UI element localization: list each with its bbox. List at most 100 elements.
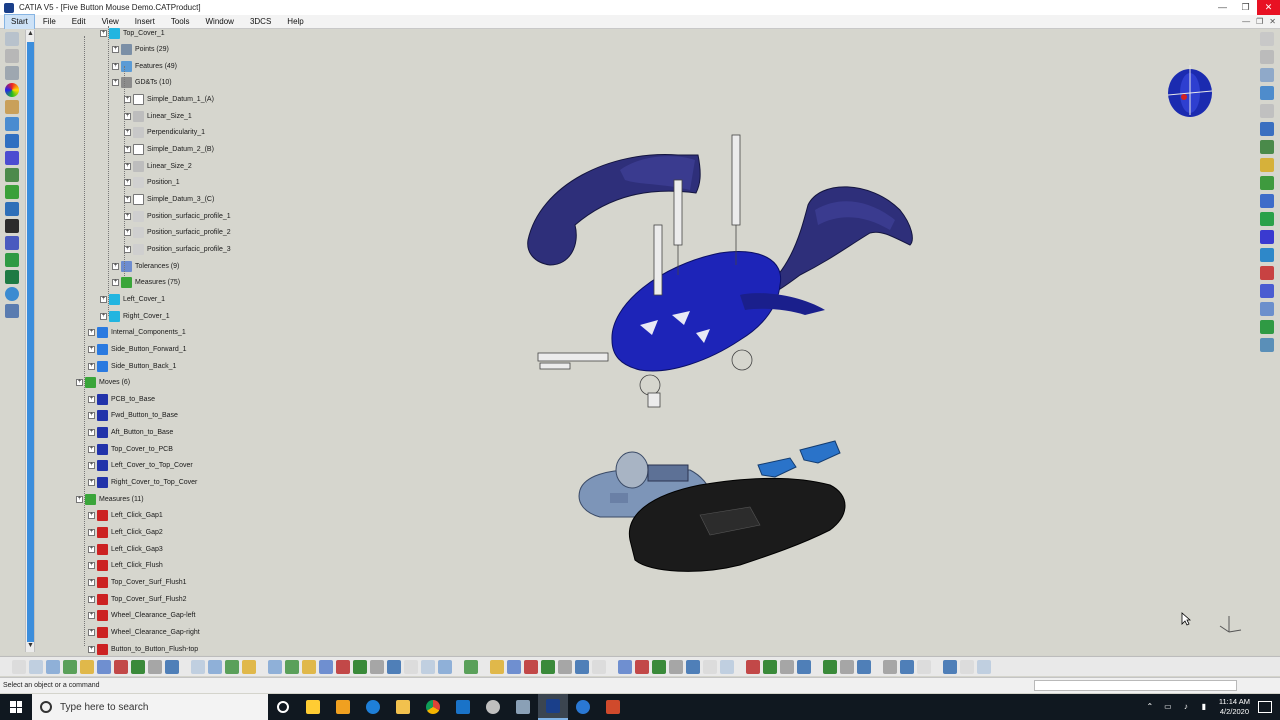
stack-icon[interactable] (1260, 302, 1274, 316)
tools-icon[interactable] (5, 304, 19, 318)
snip-app-icon[interactable] (478, 694, 508, 720)
section-icon[interactable] (1260, 248, 1274, 262)
sketch-bt-icon[interactable] (669, 659, 683, 674)
outlook-app-icon[interactable] (448, 694, 478, 720)
rotate-bt-icon[interactable] (618, 659, 632, 674)
open-icon[interactable] (29, 659, 43, 674)
doc-close-button[interactable]: ✕ (1269, 17, 1276, 26)
tree-node[interactable]: + Position_surfacic_profile_3 (124, 242, 231, 256)
green-update-icon[interactable] (490, 659, 504, 674)
tree-node[interactable]: + Left_Cover_1 (100, 292, 165, 306)
tree-expander-icon[interactable]: + (112, 262, 119, 270)
fix-bt-icon[interactable] (575, 659, 589, 674)
tree-expander-icon[interactable]: + (100, 312, 107, 320)
add-icon[interactable] (746, 659, 760, 674)
formula-icon[interactable] (191, 659, 205, 674)
command-input[interactable] (1034, 680, 1237, 691)
tree-expander-icon[interactable]: + (112, 279, 119, 287)
print-icon[interactable] (63, 659, 77, 674)
network-icon[interactable]: ▭ (1161, 702, 1175, 712)
tree-expander-icon[interactable]: + (112, 79, 119, 87)
table-bt-icon[interactable] (592, 659, 606, 674)
cortana-button[interactable] (268, 694, 298, 720)
compass-widget[interactable] (1160, 55, 1220, 125)
store-app-icon[interactable] (298, 694, 328, 720)
tree-bt-icon[interactable] (857, 659, 871, 674)
contact-icon[interactable] (1260, 176, 1274, 190)
tree-expander-icon[interactable]: + (124, 162, 131, 170)
tree-node[interactable]: + Button_to_Button_Flush-top (88, 642, 198, 656)
media-app-icon[interactable] (328, 694, 358, 720)
iso-view-icon[interactable] (387, 659, 401, 674)
tree-node[interactable]: + Left_Click_Flush (88, 559, 163, 573)
render-icon[interactable] (1260, 338, 1274, 352)
tree-node[interactable]: + Left_Click_Gap1 (88, 509, 163, 523)
save-icon[interactable] (46, 659, 60, 674)
zoom-out-icon[interactable] (353, 659, 367, 674)
green-grid-icon[interactable] (5, 253, 19, 267)
hide-icon[interactable] (421, 659, 435, 674)
fix-icon[interactable] (1260, 140, 1274, 154)
3dcs-app-icon[interactable] (568, 694, 598, 720)
powerpoint-app-icon[interactable] (598, 694, 628, 720)
tree-node[interactable]: + Left_Click_Gap3 (88, 542, 163, 556)
offset-icon[interactable] (1260, 158, 1274, 172)
globe-icon[interactable] (5, 287, 19, 301)
tree-expander-icon[interactable]: + (88, 445, 95, 453)
tree-expander-icon[interactable]: + (124, 112, 131, 120)
tree-node[interactable]: + Tolerances (9) (112, 259, 179, 273)
tree-node[interactable]: + Features (49) (112, 59, 177, 73)
assembly-icon[interactable] (1260, 86, 1274, 100)
tray-chevron-icon[interactable]: ⌃ (1143, 702, 1157, 712)
down-arrow-icon[interactable] (780, 659, 794, 674)
clash-icon[interactable] (1260, 266, 1274, 280)
constraint-icon[interactable] (1260, 104, 1274, 118)
layer-icon[interactable] (1260, 284, 1274, 298)
settings-bt-icon[interactable] (823, 659, 837, 674)
tree-node[interactable]: + Left_Cover_to_Top_Cover (88, 459, 193, 473)
scroll-down-icon[interactable]: ▼ (26, 642, 35, 652)
file-explorer-icon[interactable] (388, 694, 418, 720)
update-icon[interactable] (1260, 212, 1274, 226)
tree-node[interactable]: + Left_Click_Gap2 (88, 526, 163, 540)
tree-node[interactable]: + Right_Cover_1 (100, 309, 170, 323)
tree-expander-icon[interactable]: + (124, 96, 131, 104)
tree-expander-icon[interactable]: + (88, 462, 95, 470)
zoom-in-icon[interactable] (336, 659, 350, 674)
green-2-icon[interactable] (524, 659, 538, 674)
tree-expander-icon[interactable]: + (124, 179, 131, 187)
layout-icon[interactable] (943, 659, 957, 674)
tree-node[interactable]: + Right_Cover_to_Top_Cover (88, 476, 197, 490)
normal-view-icon[interactable] (370, 659, 384, 674)
gear-icon[interactable] (5, 168, 19, 182)
tree-node[interactable]: + Side_Button_Back_1 (88, 359, 176, 373)
parameter-icon[interactable] (242, 659, 256, 674)
compass-tool-icon[interactable] (1260, 32, 1274, 46)
notification-icon[interactable] (1258, 701, 1272, 713)
tree-node[interactable]: + Linear_Size_2 (124, 159, 192, 173)
check-icon[interactable] (5, 185, 19, 199)
pan-icon[interactable] (302, 659, 316, 674)
tree-node[interactable]: + Fwd_Button_to_Base (88, 409, 178, 423)
undo-icon[interactable] (131, 659, 145, 674)
swap-icon[interactable] (438, 659, 452, 674)
tree-expander-icon[interactable]: + (124, 146, 131, 154)
star-icon[interactable] (720, 659, 734, 674)
green-stack-icon[interactable] (507, 659, 521, 674)
minimize-button[interactable]: — (1211, 0, 1234, 15)
tree-expander-icon[interactable]: + (76, 495, 83, 503)
tree-node[interactable]: + Wheel_Clearance_Gap-right (88, 625, 200, 639)
green-tri-icon[interactable] (1260, 320, 1274, 334)
chrome-app-icon[interactable] (418, 694, 448, 720)
tree-expander-icon[interactable]: + (88, 429, 95, 437)
analysis-icon[interactable] (5, 117, 19, 131)
sketch-icon[interactable] (5, 49, 19, 63)
tree-node[interactable]: + Position_1 (124, 176, 180, 190)
volume-icon[interactable]: ♪ (1179, 702, 1193, 712)
settings-icon[interactable] (5, 202, 19, 216)
side-buttons-shape[interactable] (757, 440, 841, 478)
restore-button[interactable]: ❐ (1234, 0, 1257, 15)
tree-expander-icon[interactable]: + (100, 29, 107, 37)
snap-icon[interactable] (1260, 122, 1274, 136)
tree-node[interactable]: + Simple_Datum_1_(A) (124, 93, 214, 107)
